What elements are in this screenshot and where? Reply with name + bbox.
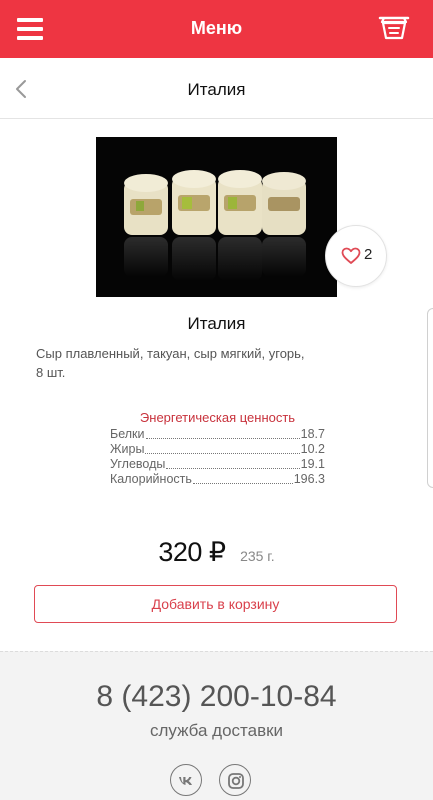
delivery-service-label: служба доставки xyxy=(149,721,284,740)
footer: 8 (423) 200-10-84 служба доставки xyxy=(0,651,433,800)
product-image xyxy=(96,137,337,297)
energy-value: 10.2 xyxy=(300,442,325,456)
energy-row: Калорийность 196.3 xyxy=(110,472,325,487)
energy-label: Калорийность xyxy=(110,472,192,486)
header-title: Меню xyxy=(190,18,243,38)
energy-label: Жиры xyxy=(110,442,145,456)
product-description: Сыр плавленный, такуан, сыр мягкий, угор… xyxy=(36,346,305,380)
product-price: 320 ₽ xyxy=(158,537,226,567)
energy-label: Белки xyxy=(110,427,145,441)
cart-icon[interactable] xyxy=(378,14,410,42)
page-title: Италия xyxy=(187,80,246,99)
energy-row: Белки 18.7 xyxy=(110,427,325,442)
phone-number[interactable]: 8 (423) 200-10-84 xyxy=(0,680,433,714)
heart-icon xyxy=(341,247,361,264)
energy-value: 196.3 xyxy=(293,472,325,486)
like-button[interactable]: 2 xyxy=(325,225,387,287)
vk-icon[interactable] xyxy=(170,764,202,796)
price-block: 320 ₽ 235 г. xyxy=(0,537,433,568)
add-to-cart-button[interactable]: Добавить в корзину xyxy=(34,585,397,623)
energy-value: 19.1 xyxy=(300,457,325,471)
energy-row: Жиры 10.2 xyxy=(110,442,325,457)
like-count: 2 xyxy=(364,246,373,263)
energy-label: Углеводы xyxy=(110,457,166,471)
product-weight: 235 г. xyxy=(240,548,275,564)
app-header: Меню xyxy=(0,0,433,58)
product-name: Италия xyxy=(187,314,246,333)
energy-title: Энергетическая ценность xyxy=(139,410,296,425)
energy-row: Углеводы 19.1 xyxy=(110,457,325,472)
page-subheader: Италия xyxy=(0,58,433,119)
energy-value-table: Энергетическая ценность Белки 18.7 Жиры … xyxy=(110,410,325,487)
side-scroll-tab[interactable] xyxy=(427,308,433,488)
instagram-icon[interactable] xyxy=(219,764,251,796)
energy-value: 18.7 xyxy=(300,427,325,441)
